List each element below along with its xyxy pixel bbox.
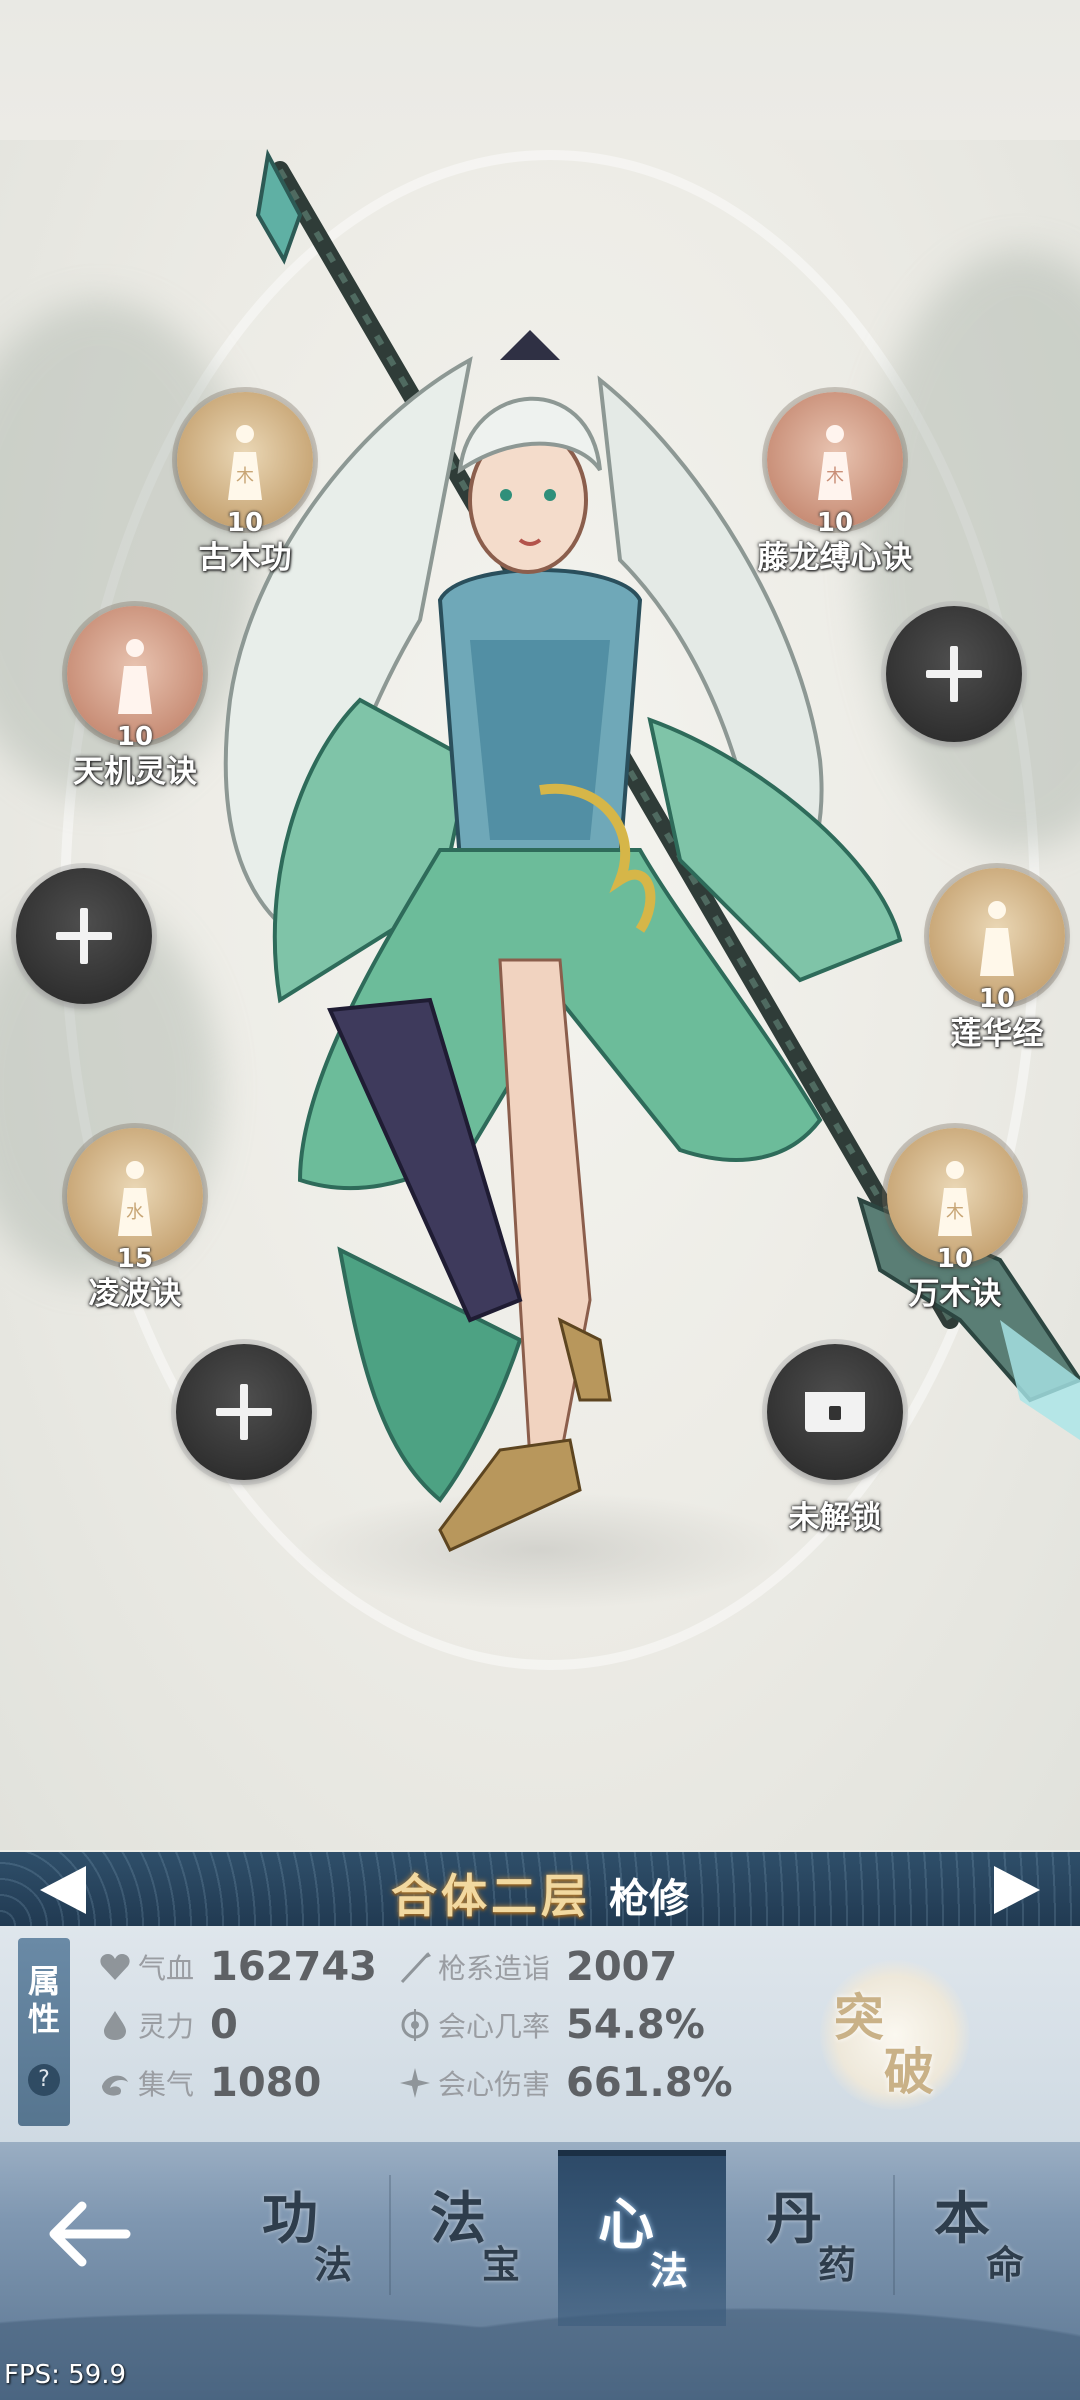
help-icon[interactable]: ? bbox=[28, 2064, 60, 2096]
realm-stage: 合体二层 bbox=[391, 1869, 591, 1923]
skill-name: 天机灵诀 bbox=[73, 754, 197, 790]
skill-name: 凌波诀 bbox=[88, 1276, 182, 1312]
skill-level: 10 bbox=[936, 1244, 974, 1274]
add-skill-slot-button[interactable] bbox=[176, 1344, 312, 1480]
svg-text:木: 木 bbox=[236, 466, 254, 487]
skill-level: 15 bbox=[116, 1244, 154, 1274]
skill-name: 古木功 bbox=[198, 540, 292, 576]
stat-crit-damage: 会心伤害 661.8% bbox=[398, 2060, 733, 2118]
target-icon bbox=[401, 2009, 429, 2041]
skill-wanmu[interactable]: 木 10 万木诀 bbox=[885, 1128, 1025, 1313]
skill-lingbo[interactable]: 水 15 凌波诀 bbox=[65, 1128, 205, 1313]
cultivator-character bbox=[223, 148, 1080, 1552]
character-scene bbox=[0, 0, 1080, 1850]
realm-bar: 合体二层 枪修 bbox=[0, 1852, 1080, 1926]
tab-danyao[interactable]: 丹药 bbox=[726, 2150, 894, 2320]
heart-icon bbox=[100, 1954, 130, 1980]
skill-name: 莲华经 bbox=[950, 1016, 1044, 1052]
tab-fabao[interactable]: 法宝 bbox=[390, 2150, 558, 2320]
add-skill-slot-button[interactable] bbox=[886, 606, 1022, 742]
stat-spear-mastery: 枪系造诣 2007 bbox=[398, 1944, 677, 2002]
cultivator-silhouette-icon: 水 bbox=[118, 1161, 152, 1236]
stat-qi: 集气 1080 bbox=[98, 2060, 321, 2118]
attributes-tab[interactable]: 属 性 ? bbox=[18, 1938, 70, 2126]
tab-benming[interactable]: 本命 bbox=[894, 2150, 1062, 2320]
cultivator-silhouette-icon: 木 bbox=[228, 425, 262, 500]
burst-icon bbox=[400, 2068, 430, 2098]
skill-lianhua[interactable]: 10 莲华经 bbox=[927, 868, 1067, 1053]
stat-hp: 气血 162743 bbox=[98, 1944, 377, 2002]
cultivator-silhouette-icon bbox=[980, 901, 1014, 976]
locked-label: 未解锁 bbox=[788, 1500, 882, 1536]
locked-skill-slot[interactable]: 未解锁 bbox=[765, 1344, 905, 1537]
cultivator-silhouette-icon bbox=[118, 639, 152, 714]
cultivator-silhouette-icon: 木 bbox=[818, 425, 852, 500]
tab-xinfa[interactable]: 心法 bbox=[558, 2150, 726, 2326]
chest-lock-icon bbox=[805, 1392, 865, 1432]
skill-level: 10 bbox=[226, 508, 264, 538]
svg-text:木: 木 bbox=[826, 466, 844, 487]
svg-text:木: 木 bbox=[946, 1202, 964, 1223]
add-skill-slot-button[interactable] bbox=[16, 868, 152, 1004]
svg-text:水: 水 bbox=[126, 1202, 144, 1223]
spear-icon bbox=[400, 1952, 431, 1984]
next-realm-arrow-icon[interactable] bbox=[994, 1866, 1040, 1914]
stat-spirit: 灵力 0 bbox=[98, 2002, 238, 2060]
skill-level: 10 bbox=[116, 722, 154, 752]
arrow-left-icon[interactable] bbox=[40, 2190, 140, 2280]
skill-name: 万木诀 bbox=[908, 1276, 1002, 1312]
tab-gongfa[interactable]: 功法 bbox=[222, 2150, 390, 2320]
skill-tianji[interactable]: 10 天机灵诀 bbox=[65, 606, 205, 791]
skill-level: 10 bbox=[978, 984, 1016, 1014]
realm-title: 合体二层 枪修 bbox=[0, 1860, 1080, 1926]
breakthrough-button[interactable]: 突 破 bbox=[820, 1960, 970, 2110]
cultivator-silhouette-icon: 木 bbox=[938, 1161, 972, 1236]
cultivation-path: 枪修 bbox=[609, 1876, 689, 1922]
skill-level: 10 bbox=[816, 508, 854, 538]
stat-crit-rate: 会心几率 54.8% bbox=[398, 2002, 705, 2060]
locked-slot-disc bbox=[767, 1344, 903, 1480]
skill-gumu[interactable]: 木 10 古木功 bbox=[175, 392, 315, 577]
swirl-icon bbox=[102, 2075, 128, 2096]
skill-tenglong[interactable]: 木 10 藤龙缚心诀 bbox=[758, 392, 913, 577]
droplet-icon bbox=[104, 2011, 126, 2040]
skill-name: 藤龙缚心诀 bbox=[757, 540, 913, 576]
fps-counter: FPS: 59.9 bbox=[4, 2360, 127, 2390]
